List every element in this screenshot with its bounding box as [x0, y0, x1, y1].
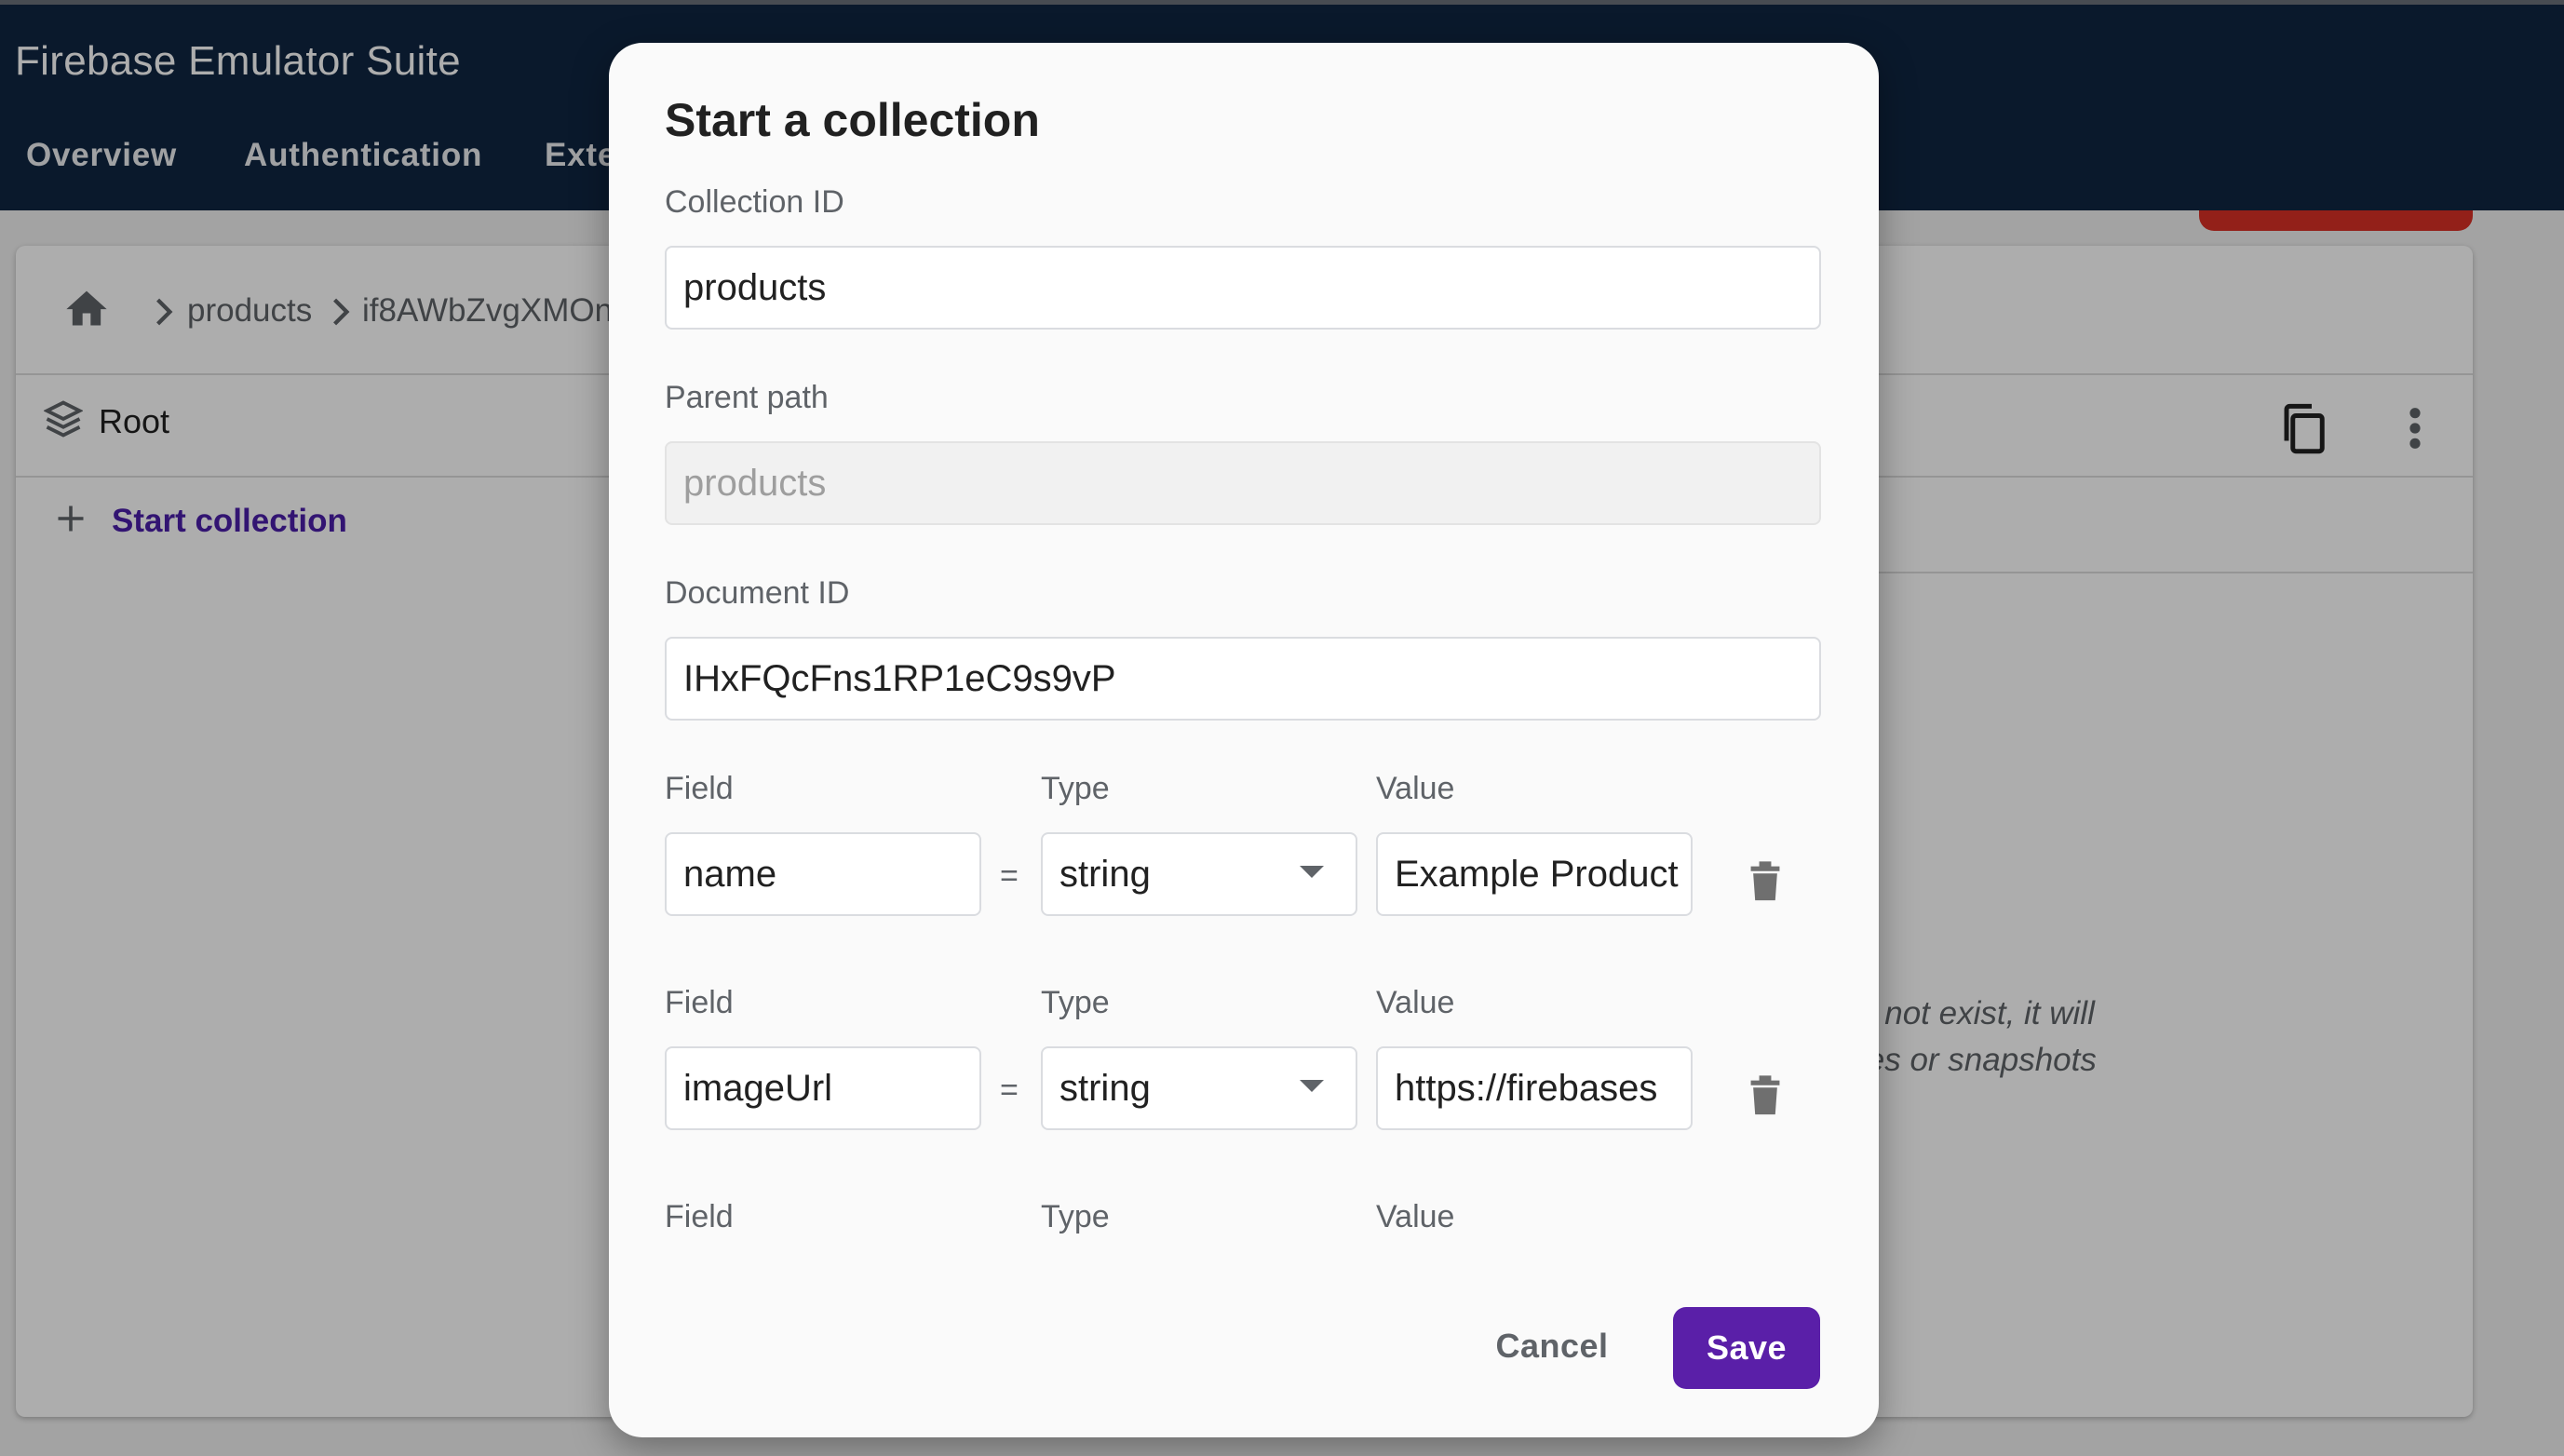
field-label: Field	[665, 1199, 734, 1234]
type-label: Type	[1041, 771, 1110, 806]
dialog-title: Start a collection	[665, 94, 1040, 146]
collection-id-label: Collection ID	[665, 184, 844, 220]
field-type-value: string	[1059, 853, 1151, 895]
field-value-input[interactable]: https://firebases	[1376, 1046, 1693, 1130]
value-label: Value	[1376, 1199, 1455, 1234]
document-id-input[interactable]: IHxFQcFns1RP1eC9s9vP	[665, 637, 1821, 721]
field-type-value: string	[1059, 1067, 1151, 1109]
field-type-select[interactable]: string	[1041, 832, 1357, 916]
dropdown-arrow-icon	[1300, 1080, 1324, 1092]
parent-path-input: products	[665, 441, 1821, 525]
field-label: Field	[665, 985, 734, 1020]
equals-sign: =	[1000, 858, 1019, 894]
parent-path-label: Parent path	[665, 380, 829, 415]
field-name-input[interactable]: imageUrl	[665, 1046, 981, 1130]
field-value-input[interactable]: Example Product	[1376, 832, 1693, 916]
save-button[interactable]: Save	[1673, 1307, 1820, 1389]
document-id-label: Document ID	[665, 575, 850, 611]
delete-field-icon[interactable]	[1748, 1072, 1782, 1122]
field-label: Field	[665, 771, 734, 806]
start-collection-dialog: Start a collection Collection ID product…	[609, 43, 1879, 1437]
equals-sign: =	[1000, 1072, 1019, 1108]
type-label: Type	[1041, 1199, 1110, 1234]
type-label: Type	[1041, 985, 1110, 1020]
dropdown-arrow-icon	[1300, 866, 1324, 878]
value-label: Value	[1376, 771, 1455, 806]
cancel-button[interactable]: Cancel	[1484, 1307, 1620, 1385]
collection-id-input[interactable]: products	[665, 246, 1821, 330]
value-label: Value	[1376, 985, 1455, 1020]
delete-field-icon[interactable]	[1748, 858, 1782, 908]
field-name-input[interactable]: name	[665, 832, 981, 916]
field-type-select[interactable]: string	[1041, 1046, 1357, 1130]
